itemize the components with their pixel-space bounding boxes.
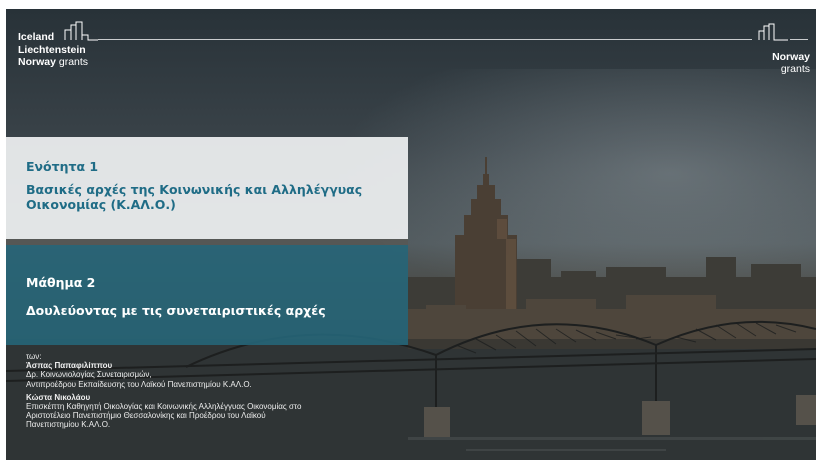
author1-title-line1: Δρ. Κοινωνιολογίας Συνεταιρισμών, bbox=[26, 370, 152, 380]
authors-credits: των: Άσπας Παπαφιλίππου Δρ. Κοινωνιολογί… bbox=[26, 352, 406, 430]
credits-intro: των: bbox=[26, 352, 42, 361]
grants-logo-mark-icon bbox=[64, 21, 98, 41]
logo-line-norway-grants: Norway grants bbox=[18, 56, 88, 69]
author2-name: Κώστα Νικολάου bbox=[26, 392, 91, 402]
author2-title-line2: Αριστοτέλειο Πανεπιστήμιο Θεσσαλονίκης κ… bbox=[26, 411, 266, 421]
unit-title: Βασικές αρχές της Κοινωνικής και Αλληλέγ… bbox=[26, 182, 363, 212]
lesson-label: Μάθημα 2 bbox=[26, 275, 96, 290]
logo-word-norway: Norway bbox=[18, 56, 56, 68]
logo-word-grants: grants bbox=[58, 56, 89, 68]
title-slide: Iceland Liechtenstein Norway grants Norw… bbox=[6, 9, 816, 460]
author1-title-line2: Αντιπροέδρου Εκπαίδευσης του Λαϊκού Πανε… bbox=[26, 379, 252, 389]
author2-title-line3: Πανεπιστημίου Κ.ΑΛ.Ο. bbox=[26, 420, 111, 430]
lesson-panel bbox=[6, 245, 408, 345]
logo-word-grants-right: grants bbox=[780, 63, 810, 75]
unit-label: Ενότητα 1 bbox=[26, 159, 99, 174]
lesson-title: Δουλεύοντας με τις συνεταιριστικές αρχές bbox=[26, 303, 326, 318]
author1-name: Άσπας Παπαφιλίππου bbox=[26, 361, 113, 371]
author2-title-line1: Επισκέπτη Καθηγητή Οικολογίας και Κοινων… bbox=[26, 402, 302, 412]
header-divider-line bbox=[98, 39, 752, 40]
norway-grants-mark-icon bbox=[758, 23, 788, 41]
logo-line-liechtenstein: Liechtenstein bbox=[18, 43, 86, 56]
logo-word-norway-right: Norway bbox=[772, 51, 810, 63]
